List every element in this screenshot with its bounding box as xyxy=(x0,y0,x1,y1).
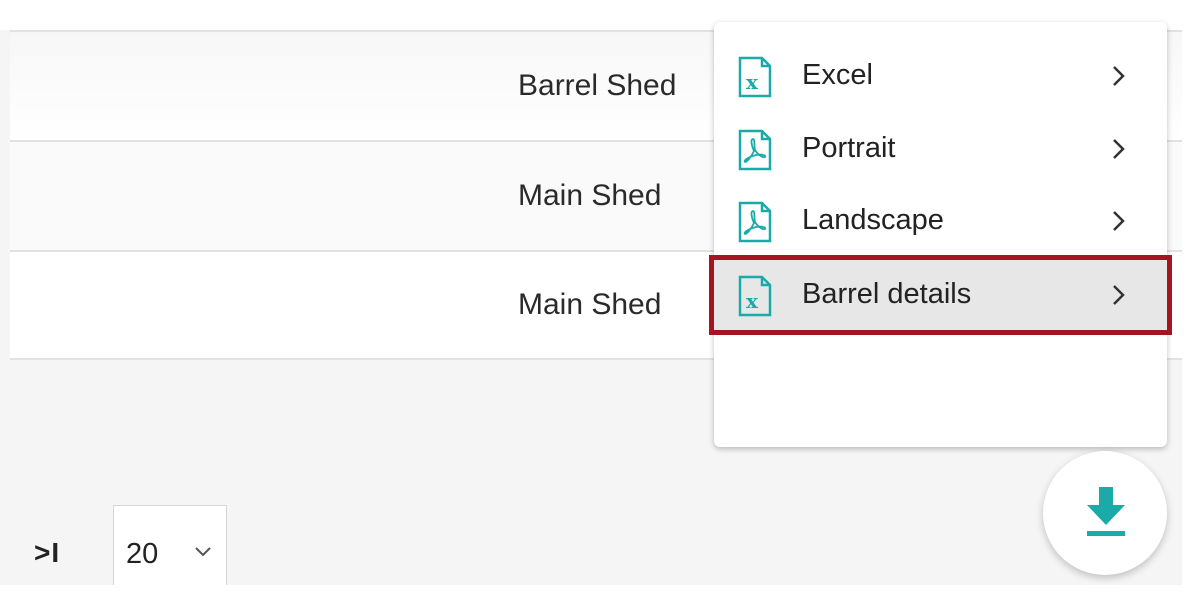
right-edge xyxy=(1182,0,1190,593)
menu-item-portrait[interactable]: Portrait xyxy=(714,114,1167,184)
svg-text:x: x xyxy=(746,70,759,94)
location-cell: Main Shed xyxy=(518,179,662,212)
bottom-strip xyxy=(0,585,1190,593)
chevron-right-icon xyxy=(1113,139,1125,159)
chevron-right-icon xyxy=(1113,211,1125,231)
menu-item-barrel-details[interactable]: x Barrel details xyxy=(709,255,1172,335)
location-cell: Barrel Shed xyxy=(518,69,677,102)
download-button[interactable] xyxy=(1043,451,1167,575)
menu-item-label: Excel xyxy=(802,59,873,91)
download-icon xyxy=(1087,487,1125,536)
svg-text:x: x xyxy=(746,289,759,313)
excel-file-icon: x xyxy=(738,275,772,317)
page-size-select[interactable]: 20 xyxy=(113,505,227,593)
location-cell: Main Shed xyxy=(518,288,662,321)
chevron-right-icon xyxy=(1113,285,1125,305)
pdf-file-icon xyxy=(738,129,772,171)
menu-item-excel[interactable]: x Excel xyxy=(714,41,1167,111)
menu-item-landscape[interactable]: Landscape xyxy=(714,186,1167,256)
pdf-file-icon xyxy=(738,201,772,243)
excel-file-icon: x xyxy=(738,56,772,98)
menu-item-label: Portrait xyxy=(802,132,896,164)
chevron-down-icon xyxy=(195,547,211,557)
menu-item-label: Barrel details xyxy=(802,278,972,310)
page-size-value: 20 xyxy=(126,538,159,570)
menu-item-label: Landscape xyxy=(802,204,944,236)
chevron-right-icon xyxy=(1113,66,1125,86)
export-menu: x Excel Portrait Landscape x Barrel deta… xyxy=(709,22,1172,447)
last-page-button[interactable]: >I xyxy=(34,537,60,569)
